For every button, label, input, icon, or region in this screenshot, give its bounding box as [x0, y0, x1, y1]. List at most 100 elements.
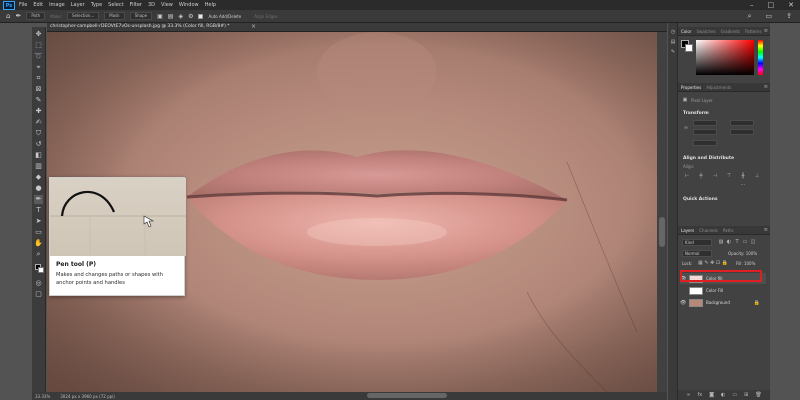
- share-icon[interactable]: ⇪: [786, 12, 792, 21]
- close-document-icon[interactable]: ×: [251, 23, 256, 30]
- move-tool-icon[interactable]: ✥: [34, 30, 43, 39]
- libraries-panel-icon[interactable]: ▤: [670, 39, 676, 45]
- eyedropper-tool-icon[interactable]: ✎: [34, 96, 43, 105]
- tab-properties[interactable]: Properties: [681, 85, 701, 90]
- tab-adjustments[interactable]: Adjustments: [706, 85, 731, 90]
- tab-gradients[interactable]: Gradients: [721, 29, 741, 34]
- align-top-icon[interactable]: ⊤: [726, 173, 732, 179]
- close-window-button[interactable]: ✕: [788, 1, 794, 9]
- clone-stamp-tool-icon[interactable]: ⛉: [34, 129, 43, 138]
- blur-tool-icon[interactable]: ◆: [34, 173, 43, 182]
- crop-tool-icon[interactable]: ⌗: [34, 74, 43, 83]
- align-left-icon[interactable]: ⊢: [684, 173, 690, 179]
- gradient-tool-icon[interactable]: ▥: [34, 162, 43, 171]
- height-field[interactable]: [730, 120, 754, 126]
- width-field[interactable]: [693, 120, 717, 126]
- menu-3d[interactable]: 3D: [148, 2, 155, 8]
- brush-tool-icon[interactable]: ✍: [34, 118, 43, 127]
- workspace-icon[interactable]: ▭: [766, 12, 773, 21]
- layers-menu-icon[interactable]: ≡: [764, 227, 768, 233]
- document-info[interactable]: 3024 px x 3960 px (72 ppi): [60, 394, 115, 399]
- color-picker-field[interactable]: [696, 40, 754, 75]
- minimize-button[interactable]: –: [750, 1, 754, 9]
- align-middle-icon[interactable]: ╫: [740, 173, 746, 179]
- history-brush-tool-icon[interactable]: ↺: [34, 140, 43, 149]
- shape-button[interactable]: Shape: [129, 12, 153, 20]
- menu-image[interactable]: Image: [49, 2, 65, 8]
- x-field[interactable]: [693, 129, 717, 135]
- home-icon[interactable]: ⌂: [6, 12, 10, 20]
- menu-file[interactable]: File: [19, 2, 27, 8]
- search-icon[interactable]: ⌕: [748, 12, 752, 21]
- tab-patterns[interactable]: Patterns: [745, 29, 761, 34]
- path-alignment-icon[interactable]: ▤: [168, 13, 174, 20]
- auto-add-delete-checkbox[interactable]: [198, 13, 204, 19]
- document-tab[interactable]: christopher-campbell-rDEOVtE7vOs-unsplas…: [47, 23, 667, 32]
- horizontal-scroll-thumb[interactable]: [367, 393, 447, 398]
- screen-mode-icon[interactable]: ▢: [34, 290, 43, 299]
- visibility-eye-icon[interactable]: 👁: [680, 300, 686, 306]
- angle-field[interactable]: [693, 140, 717, 146]
- hand-tool-icon[interactable]: ✋: [34, 239, 43, 248]
- menu-layer[interactable]: Layer: [71, 2, 85, 8]
- quick-selection-tool-icon[interactable]: ⌖: [34, 63, 43, 72]
- layer-kind-filter[interactable]: Kind: [682, 239, 712, 246]
- path-arrangement-icon[interactable]: ◈: [178, 13, 183, 20]
- tab-paths[interactable]: Paths: [723, 228, 734, 233]
- dodge-tool-icon[interactable]: ●: [34, 184, 43, 193]
- layer-row-color-fill-2[interactable]: Color Fill: [680, 285, 766, 296]
- settings-gear-icon[interactable]: ⚙: [188, 13, 193, 20]
- y-field[interactable]: [730, 129, 754, 135]
- mode-dropdown[interactable]: Path: [26, 12, 46, 20]
- lasso-tool-icon[interactable]: ➰: [34, 52, 43, 61]
- filter-smart-icon[interactable]: ◫: [750, 239, 756, 245]
- tab-layers[interactable]: Layers: [681, 228, 694, 233]
- menu-window[interactable]: Window: [179, 2, 199, 8]
- mask-button[interactable]: Mask: [104, 12, 125, 20]
- blend-mode-dropdown[interactable]: Normal: [682, 250, 712, 257]
- layer-name[interactable]: Background: [706, 300, 730, 305]
- filter-pixel-icon[interactable]: ▨: [718, 239, 724, 245]
- history-panel-icon[interactable]: ◷: [670, 29, 676, 35]
- vertical-scrollbar[interactable]: [657, 32, 667, 392]
- frame-tool-icon[interactable]: ⊠: [34, 85, 43, 94]
- adjustment-layer-icon[interactable]: ◐: [721, 392, 725, 398]
- menu-type[interactable]: Type: [91, 2, 102, 8]
- menu-view[interactable]: View: [161, 2, 173, 8]
- layer-style-icon[interactable]: fx: [697, 392, 702, 398]
- zoom-level[interactable]: 33.33%: [35, 394, 50, 399]
- link-icon[interactable]: ∞: [683, 125, 689, 131]
- opacity-field[interactable]: Opacity: 100%: [728, 251, 757, 256]
- quick-mask-icon[interactable]: ◎: [34, 279, 43, 288]
- panel-menu-icon[interactable]: ≡: [764, 28, 768, 34]
- eraser-tool-icon[interactable]: ◧: [34, 151, 43, 160]
- path-selection-tool-icon[interactable]: ➤: [34, 217, 43, 226]
- menu-edit[interactable]: Edit: [33, 2, 43, 8]
- marquee-tool-icon[interactable]: ⬚: [34, 41, 43, 50]
- distribute-icon[interactable]: ⋯: [740, 182, 746, 188]
- filter-type-icon[interactable]: T: [734, 239, 740, 245]
- tab-channels[interactable]: Channels: [699, 228, 718, 233]
- layer-name[interactable]: Color Fill: [706, 288, 723, 293]
- hue-slider[interactable]: [758, 40, 763, 75]
- maximize-button[interactable]: □: [768, 1, 775, 9]
- properties-menu-icon[interactable]: ≡: [764, 84, 768, 90]
- delete-layer-icon[interactable]: 🗑: [755, 392, 761, 398]
- add-mask-icon[interactable]: ◙: [709, 392, 714, 398]
- color-panel-background-swatch[interactable]: [685, 44, 693, 52]
- menu-help[interactable]: Help: [205, 2, 216, 8]
- menu-filter[interactable]: Filter: [130, 2, 142, 8]
- pen-tool-icon[interactable]: ✒: [34, 195, 43, 204]
- photoshop-logo[interactable]: Ps: [3, 0, 15, 10]
- vertical-scroll-thumb[interactable]: [659, 217, 665, 247]
- new-group-icon[interactable]: ▭: [732, 392, 737, 398]
- zoom-tool-icon[interactable]: ⌕: [34, 250, 43, 259]
- link-layers-icon[interactable]: ∞: [686, 392, 690, 398]
- healing-brush-tool-icon[interactable]: ✚: [34, 107, 43, 116]
- tab-swatches[interactable]: Swatches: [696, 29, 715, 34]
- pen-tool-preset-icon[interactable]: ✒: [15, 12, 21, 20]
- filter-shape-icon[interactable]: ▭: [742, 239, 748, 245]
- lock-icons[interactable]: ▦ ✎ ✥ ⊡ 🔒: [698, 260, 728, 266]
- path-operations-icon[interactable]: ▣: [157, 13, 163, 20]
- brush-panel-icon[interactable]: ✎: [670, 49, 676, 55]
